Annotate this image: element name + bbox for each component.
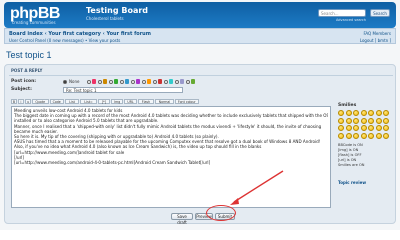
smiley-icon[interactable]: [345, 132, 352, 139]
smiley-icon[interactable]: [338, 132, 344, 139]
smiley-icon[interactable]: [368, 132, 374, 139]
toolbar-button[interactable]: Quote: [32, 99, 49, 104]
smiley-icon[interactable]: [353, 117, 359, 124]
toolbar-button[interactable]: Flash: [137, 99, 155, 104]
bbcode-status-list: BBCode is ON [img] is ON [flash] is OFF [ur…: [338, 143, 364, 168]
page-frame: phpBB creating communities Testing Board…: [0, 0, 400, 230]
post-icon-radio[interactable]: [109, 80, 113, 84]
subject-input[interactable]: Re: Test topic 1: [63, 87, 183, 93]
subject-label: Subject:: [11, 87, 32, 92]
breadcrumb[interactable]: Board index ‹ Your first category ‹ Your…: [9, 31, 151, 37]
smiley-icon[interactable]: [353, 125, 359, 131]
divider: [9, 75, 393, 76]
page-title[interactable]: Test topic 1: [6, 50, 52, 60]
toolbar-button[interactable]: URL: [124, 99, 137, 104]
search-button[interactable]: Search: [370, 9, 390, 17]
smiley-icon[interactable]: [338, 125, 344, 131]
bbcode-toolbar: Bi u Quote Code List List= [*] Img URL Flash Norma…: [11, 99, 199, 105]
save-draft-button[interactable]: Save draft: [171, 213, 193, 225]
topic-review-link[interactable]: Topic review: [338, 180, 366, 185]
post-icon-radio[interactable]: [153, 80, 157, 84]
smiley-icon[interactable]: [368, 110, 374, 116]
post-icon-radio[interactable]: [120, 80, 124, 84]
advanced-search-link[interactable]: Advanced search: [336, 18, 366, 22]
board-description: Cholesterol tablets: [86, 16, 124, 21]
toolbar-button[interactable]: List: [64, 99, 80, 104]
smiley-icon[interactable]: [360, 117, 367, 124]
post-icon-radio[interactable]: [142, 80, 146, 84]
smiley-icon[interactable]: [375, 132, 382, 139]
post-icon-label: Post icon:: [11, 79, 37, 84]
post-icon-glyph-icon: [169, 79, 173, 84]
toolbar-button[interactable]: Font colour: [174, 99, 199, 104]
post-icon-glyph-icon: [114, 79, 118, 84]
site-header: phpBB creating communities Testing Board…: [4, 2, 396, 28]
board-title[interactable]: Testing Board: [86, 6, 148, 15]
smiley-icon[interactable]: [345, 110, 352, 116]
smiley-icon[interactable]: [375, 110, 382, 116]
post-icon-glyph-icon: [147, 79, 151, 84]
smiley-icon[interactable]: [375, 125, 382, 131]
nav-right-links[interactable]: FAQ Members: [363, 31, 391, 36]
status-line: Smilies are ON: [338, 163, 365, 167]
post-icon-none-label: None: [69, 79, 80, 84]
toolbar-button[interactable]: Code: [49, 99, 64, 104]
logo-tagline: creating communities: [12, 20, 56, 25]
smiley-icon[interactable]: [353, 110, 359, 116]
toolbar-button[interactable]: B: [11, 99, 17, 104]
toolbar-button[interactable]: Img: [111, 99, 124, 104]
user-links[interactable]: User Control Panel (0 new messages) • Vi…: [9, 38, 120, 43]
annotation-arrow-icon: [230, 170, 284, 205]
smiley-icon[interactable]: [383, 125, 389, 131]
smiley-icon[interactable]: [368, 117, 374, 124]
post-icon-glyph-icon: [191, 79, 195, 84]
smiley-icon[interactable]: [360, 132, 367, 139]
message-line: Manner, once I realised that a 'shipped-…: [14, 123, 322, 129]
search-input[interactable]: Search...: [318, 9, 366, 17]
smiley-icon[interactable]: [368, 125, 374, 131]
toolbar-button[interactable]: u: [25, 99, 31, 104]
smilies-title: Smilies: [338, 103, 357, 108]
post-icon-radio[interactable]: [186, 80, 190, 84]
toolbar-button[interactable]: i: [18, 99, 24, 104]
post-icon-glyph-icon: [92, 79, 96, 84]
smiley-icon[interactable]: [338, 110, 344, 116]
smiley-icon[interactable]: [360, 125, 367, 131]
logout-link[interactable]: Logout [ bmtn ]: [360, 38, 391, 43]
smiley-icon[interactable]: [345, 117, 352, 124]
post-icon-radio[interactable]: [175, 80, 179, 84]
smiley-icon[interactable]: [345, 125, 352, 131]
smiley-icon[interactable]: [375, 117, 382, 124]
toolbar-button[interactable]: [*]: [97, 99, 111, 104]
smiley-icon[interactable]: [383, 117, 389, 124]
post-icon-radio[interactable]: [164, 80, 168, 84]
post-icon-glyph-icon: [180, 79, 184, 84]
smiley-icon[interactable]: [338, 117, 344, 124]
smiley-icon[interactable]: [360, 110, 367, 116]
smiley-icon[interactable]: [383, 110, 389, 116]
post-icon-glyph-icon: [136, 79, 140, 84]
section-title: POST A REPLY: [11, 68, 43, 73]
post-icon-none-radio[interactable]: [63, 80, 67, 84]
post-icon-glyph-icon: [103, 79, 107, 84]
post-icon-radio[interactable]: [131, 80, 135, 84]
post-icon-glyph-icon: [158, 79, 162, 84]
smilies-grid: [338, 110, 394, 139]
toolbar-button[interactable]: List=: [80, 99, 97, 104]
smiley-icon[interactable]: [353, 132, 359, 139]
smiley-icon[interactable]: [383, 132, 389, 139]
post-icon-radio[interactable]: [98, 80, 102, 84]
post-icon-radio[interactable]: [87, 80, 91, 84]
post-icon-glyph-icon: [125, 79, 129, 84]
post-reply-panel: POST A REPLY Post icon: None Subject: Re…: [4, 64, 396, 225]
toolbar-button[interactable]: Normal: [155, 99, 174, 104]
message-line: [url=http://www.meeding.com/android-4-0-…: [14, 160, 211, 166]
nav-bar: Board index ‹ Your first category ‹ Your…: [4, 28, 396, 44]
